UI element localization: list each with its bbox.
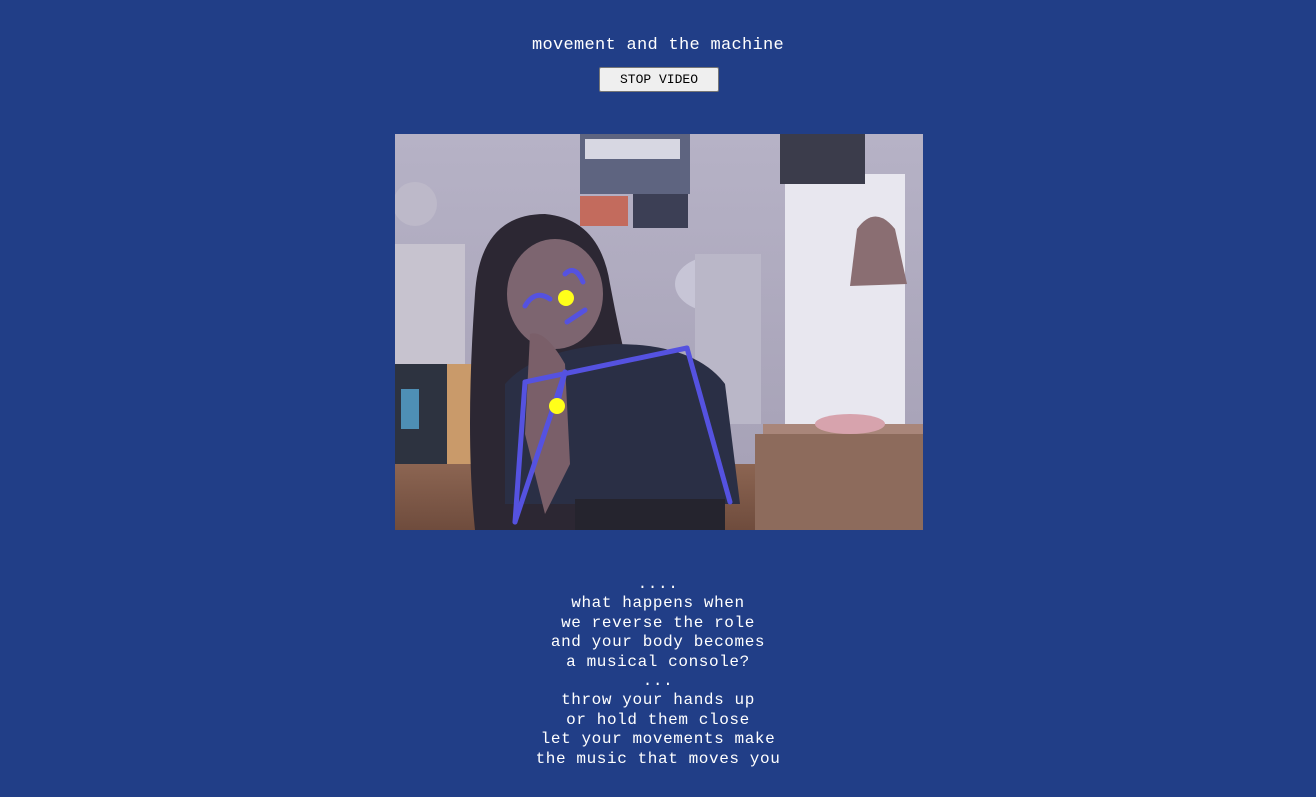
right-window [785, 174, 905, 424]
poster-left [580, 196, 628, 226]
poem-line: throw your hands up [561, 691, 755, 710]
poem-line: ... [642, 672, 674, 691]
backpack-pocket [401, 389, 419, 429]
person-face [507, 239, 603, 349]
poem-line: let your movements make [540, 730, 776, 749]
page-title: movement and the machine [531, 36, 785, 55]
page: movement and the machine STOP VIDEO ....… [0, 0, 1316, 797]
poem-line: a musical console? [566, 652, 750, 671]
cushion [815, 414, 885, 434]
floor-right [755, 434, 923, 530]
person-shorts [575, 499, 725, 530]
poem-line: the music that moves you [535, 749, 781, 768]
poem-line: what happens when [571, 594, 745, 613]
poem-line: .... [637, 575, 679, 593]
poem-line: we reverse the role [561, 613, 755, 632]
round-mirror [395, 182, 437, 226]
keypoint-nose [558, 290, 574, 306]
poem-line: or hold them close [566, 710, 750, 729]
poster-right [633, 194, 688, 228]
poem-text: .... what happens when we reverse the role… [0, 575, 1316, 769]
poem-line: and your body becomes [550, 633, 766, 652]
keypoint-wrist [549, 398, 565, 414]
stop-video-button[interactable]: STOP VIDEO [599, 67, 719, 92]
wall-tv [780, 134, 865, 184]
webcam-video [395, 134, 923, 530]
video-canvas [395, 134, 923, 530]
window-glass [585, 139, 680, 159]
